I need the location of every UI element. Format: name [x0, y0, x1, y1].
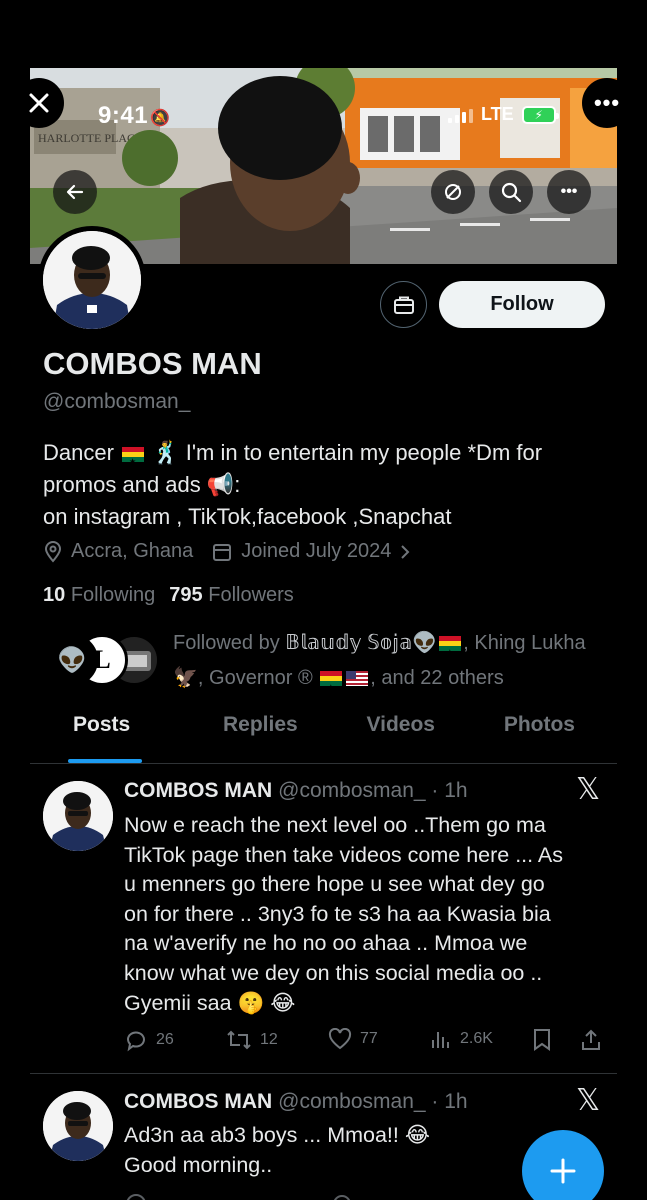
post-author-name[interactable]: COMBOS MAN — [124, 779, 272, 803]
status-bar-right: LTE ⚡ — [448, 104, 559, 125]
repost-button[interactable]: 12 — [226, 1028, 278, 1052]
follow-button[interactable]: Follow — [439, 281, 605, 328]
reply-icon — [127, 1031, 145, 1052]
views-icon — [432, 1032, 449, 1048]
like-button[interactable]: 77 — [328, 1028, 378, 1050]
back-icon — [66, 184, 84, 200]
search-button[interactable] — [489, 170, 533, 214]
post-actions: 26 12 77 2.6K — [124, 1028, 604, 1058]
status-time: 9:41 🔕 — [98, 102, 171, 129]
close-icon — [29, 93, 49, 113]
banner-more-button[interactable]: ••• — [547, 170, 591, 214]
post-avatar[interactable] — [43, 1091, 113, 1161]
post-author-name[interactable]: COMBOS MAN — [124, 1090, 272, 1114]
tab-photos[interactable]: Photos — [504, 713, 575, 763]
divider — [30, 763, 617, 764]
bio-text: I'm in to entertain my people *Dm for — [185, 440, 543, 465]
chevron-right-icon[interactable] — [399, 544, 411, 560]
ghana-flag-icon — [439, 635, 462, 670]
like-icon — [328, 1028, 352, 1050]
dancer-emoji-icon: 🕺 — [152, 440, 180, 465]
followers-you-know-avatars[interactable]: L 👽 — [46, 634, 161, 688]
battery-icon: ⚡ — [521, 105, 559, 124]
profile-bio: Dancer 🕺 I'm in to entertain my people *… — [43, 437, 603, 533]
avatar: 👽 — [46, 634, 98, 686]
briefcase-icon — [393, 296, 414, 314]
x-logo-icon: 𝕏 — [576, 1083, 601, 1118]
avatar-image — [43, 231, 141, 329]
calendar-icon — [213, 543, 232, 561]
laughing-face-icon: 😂 — [270, 990, 296, 1015]
shushing-face-icon: 🤫 — [237, 990, 265, 1015]
avatar-image — [43, 781, 113, 851]
registered-icon: ® — [297, 667, 313, 689]
close-button[interactable] — [14, 78, 64, 128]
profile-meta: Accra, Ghana Joined July 2024 — [43, 540, 411, 563]
back-button[interactable] — [53, 170, 97, 214]
avatar-image — [43, 1091, 113, 1161]
post-author-handle: @combosman_ · 1h — [278, 1090, 468, 1113]
bio-text: on instagram , TikTok,facebook ,Snapchat — [43, 504, 452, 529]
bio-text: promos and ads — [43, 472, 201, 497]
post-header: COMBOS MAN @combosman_ · 1h — [124, 1090, 468, 1114]
network-label: LTE — [481, 104, 514, 124]
silent-mode-icon: 🔕 — [150, 110, 171, 127]
post-text[interactable]: Now e reach the next level oo ..Them go … — [124, 811, 604, 1018]
more-icon: ••• — [593, 90, 621, 115]
bookmark-button[interactable] — [532, 1028, 552, 1052]
views-button[interactable]: 2.6K — [430, 1028, 493, 1050]
bio-text: Dancer — [43, 440, 114, 465]
tab-posts[interactable]: Posts — [73, 713, 130, 763]
hide-icon — [445, 184, 461, 200]
divider — [30, 1073, 617, 1074]
us-flag-icon — [346, 671, 369, 687]
subscribe-shop-button[interactable] — [380, 281, 427, 328]
share-button[interactable] — [580, 1028, 602, 1052]
location-text: Accra, Ghana — [71, 540, 194, 562]
following-link[interactable]: 10 Following — [43, 584, 155, 607]
followed-by-text[interactable]: Followed by 𝔹𝕝𝕒𝕦𝕕𝕪 𝕊𝕠𝕛𝕒👽, Khing Lukha 🦅,… — [173, 626, 603, 705]
more-options-button[interactable]: ••• — [582, 78, 632, 128]
more-icon: ••• — [560, 183, 578, 200]
ghana-flag-icon — [320, 670, 343, 705]
signal-icon — [448, 107, 473, 123]
bookmark-icon — [534, 1029, 550, 1051]
profile-name: COMBOS MAN — [43, 346, 262, 381]
reply-button[interactable]: 26 — [124, 1028, 174, 1052]
compose-icon — [550, 1158, 576, 1184]
x-logo-icon: 𝕏 — [576, 772, 601, 807]
profile-tabs: Posts Replies Videos Photos — [30, 713, 617, 763]
laughing-face-icon: 😂 — [404, 1123, 430, 1147]
joined-text[interactable]: Joined July 2024 — [241, 540, 391, 563]
post-author-handle: @combosman_ · 1h — [278, 779, 468, 802]
post-header: COMBOS MAN @combosman_ · 1h — [124, 779, 468, 803]
follow-counts: 10 Following 795 Followers — [43, 584, 294, 607]
profile-handle: @combosman_ — [43, 390, 191, 413]
location-icon — [44, 540, 62, 563]
tab-replies[interactable]: Replies — [223, 713, 298, 763]
profile-screen: HARLOTTE PLACE 9:41 🔕 LTE ⚡ ••• ••• Foll… — [0, 0, 647, 1200]
megaphone-icon: 📢 — [206, 472, 235, 497]
eagle-icon: 🦅 — [173, 667, 198, 689]
post-avatar[interactable] — [43, 781, 113, 851]
profile-avatar[interactable] — [38, 226, 146, 334]
ghana-flag-icon — [122, 446, 145, 478]
followers-link[interactable]: 795 Followers — [169, 584, 294, 607]
share-icon — [582, 1029, 600, 1050]
search-icon — [501, 182, 522, 203]
tab-videos[interactable]: Videos — [367, 713, 435, 763]
repost-icon — [227, 1030, 251, 1050]
hide-button[interactable] — [431, 170, 475, 214]
